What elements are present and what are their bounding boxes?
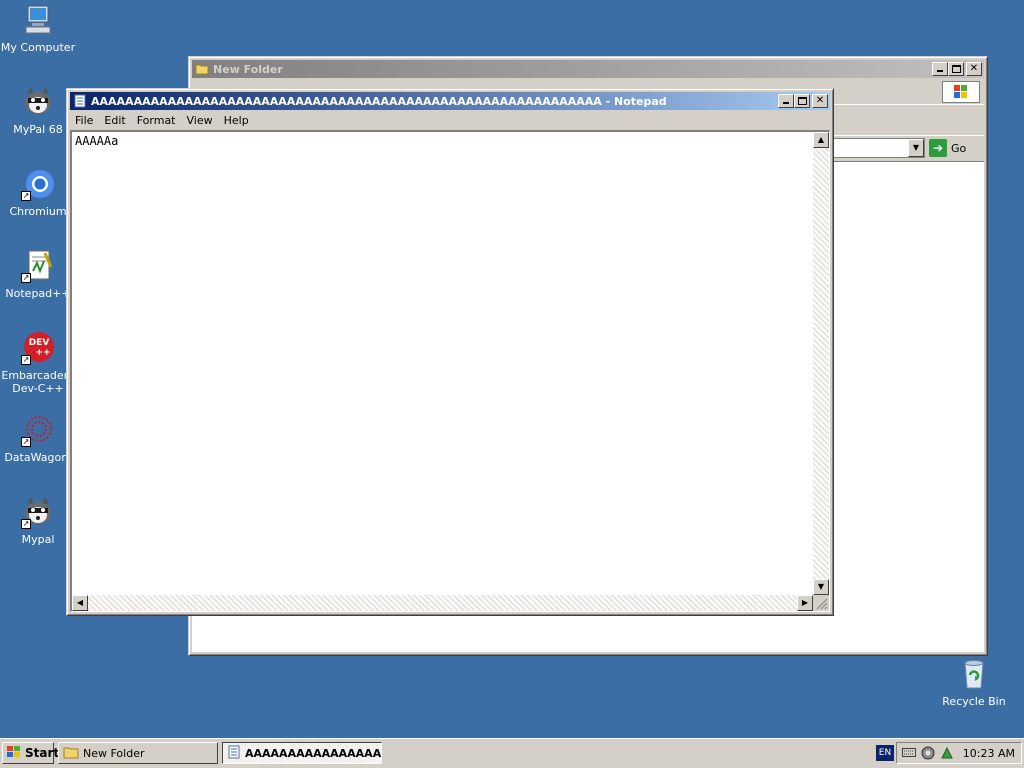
notepad-window[interactable]: AAAAAAAAAAAAAAAAAAAAAAAAAAAAAAAAAAAAAAAA… [66,88,834,616]
my-computer-icon [21,3,55,37]
menu-file[interactable]: File [70,114,99,127]
scroll-down-icon[interactable]: ▼ [813,579,829,595]
close-button[interactable]: ✕ [812,94,828,108]
shortcut-arrow-icon: ↗ [21,191,31,201]
desktop-icon-devcpp[interactable]: DEV ++ ↗ Embarcadero Dev-C++ [0,331,76,395]
raccoon-icon [21,85,55,119]
resize-grip-icon[interactable] [813,595,829,611]
desktop-icon-mypal[interactable]: ↗ Mypal [0,495,76,546]
scroll-left-icon[interactable]: ◀ [72,595,88,611]
maximize-button[interactable] [794,94,810,108]
notepad-menubar: File Edit Format View Help [70,111,830,129]
taskbar: Start New Folder AAAAAAAAAAAAAAAA... EN … [0,738,1024,768]
minimize-button[interactable] [932,62,948,76]
shortcut-arrow-icon: ↗ [21,273,31,283]
go-arrow-icon: ➔ [929,139,947,157]
devcpp-icon: DEV ++ ↗ [21,331,55,365]
windows-logo-icon [942,81,980,103]
desktop-icon-my-computer[interactable]: My Computer [0,3,76,54]
horizontal-scrollbar[interactable]: ◀ ▶ [72,595,813,611]
taskbar-button-label: AAAAAAAAAAAAAAAA... [245,746,382,760]
shortcut-arrow-icon: ↗ [21,355,31,365]
recycle-bin-icon [957,657,991,691]
desktop-icon-label: MyPal 68 [13,123,63,136]
datawagon-icon: ↗ [21,413,55,447]
desktop-icon-recycle-bin[interactable]: Recycle Bin [936,657,1012,708]
clock[interactable]: 10:23 AM [963,747,1015,760]
notepad-icon [227,745,241,762]
network-icon[interactable] [921,746,935,760]
close-button[interactable]: ✕ [966,62,982,76]
svg-text:DEV: DEV [29,338,50,348]
desktop-icon-notepadpp[interactable]: ↗ Notepad++ [0,249,76,300]
desktop-icon-label: DataWagon. [4,451,72,464]
notepad-text-area[interactable]: AAAAAa ▲ ▼ ◀ ▶ [70,130,830,612]
chromium-icon: ↗ [21,167,55,201]
desktop-icon-datawagon[interactable]: ↗ DataWagon. [0,413,76,464]
desktop-icon-chromium[interactable]: ↗ Chromium [0,167,76,218]
folder-icon [63,745,79,762]
maximize-button[interactable] [948,62,964,76]
svg-text:++: ++ [35,348,50,358]
desktop-icon-label: Embarcadero Dev-C++ [1,369,75,395]
document-text: AAAAAa [75,134,119,148]
start-label: Start [25,746,60,760]
go-label: Go [951,141,967,155]
menu-view[interactable]: View [182,114,219,127]
notepad-icon [73,94,87,108]
folder-icon [195,62,209,76]
desktop-icon-label: My Computer [0,41,76,54]
desktop-icon-label: Notepad++ [5,287,71,300]
go-button[interactable]: ➔ Go [929,138,981,158]
taskbar-button-label: New Folder [83,746,145,760]
desktop-icon-label: Chromium [9,205,67,218]
desktop-icon-label: Mypal [21,533,55,546]
notepadpp-icon: ↗ [21,249,55,283]
shortcut-arrow-icon: ↗ [21,437,31,447]
keyboard-icon[interactable] [901,746,916,760]
minimize-button[interactable] [778,94,794,108]
security-icon[interactable] [940,746,954,760]
menu-format[interactable]: Format [132,114,182,127]
chevron-down-icon[interactable]: ▼ [908,139,924,157]
window-title: AAAAAAAAAAAAAAAAAAAAAAAAAAAAAAAAAAAAAAAA… [91,94,667,108]
taskbar-button-notepad[interactable]: AAAAAAAAAAAAAAAA... [222,742,382,764]
vertical-scrollbar[interactable]: ▲ ▼ [813,132,829,595]
start-button[interactable]: Start [2,742,59,764]
scroll-right-icon[interactable]: ▶ [797,595,813,611]
notepad-titlebar[interactable]: AAAAAAAAAAAAAAAAAAAAAAAAAAAAAAAAAAAAAAAA… [70,92,830,110]
raccoon-icon: ↗ [21,495,55,529]
explorer-titlebar[interactable]: New Folder ✕ [192,60,984,78]
desktop-icon-mypal-68[interactable]: MyPal 68 [0,85,76,136]
shortcut-arrow-icon: ↗ [21,519,31,529]
menu-help[interactable]: Help [219,114,255,127]
taskbar-button-explorer[interactable]: New Folder [58,742,218,764]
window-title: New Folder [213,62,283,76]
desktop-icon-label: Recycle Bin [942,695,1006,708]
language-indicator[interactable]: EN [876,745,894,761]
system-tray: 10:23 AM [896,742,1022,764]
scroll-up-icon[interactable]: ▲ [813,132,829,148]
windows-logo-icon [6,745,22,762]
menu-edit[interactable]: Edit [99,114,131,127]
